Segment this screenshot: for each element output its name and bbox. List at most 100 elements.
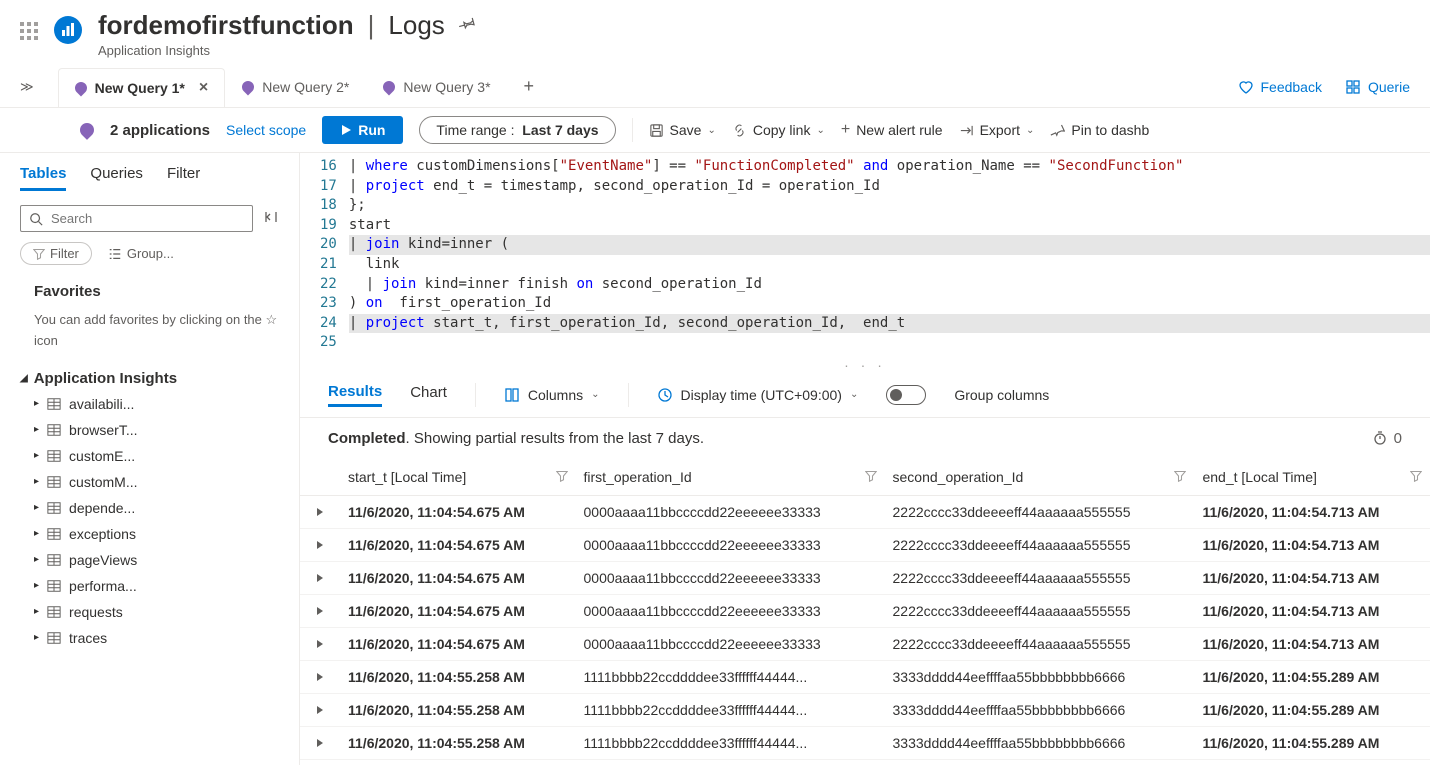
- expand-row-icon[interactable]: [300, 594, 340, 627]
- table-icon: [47, 423, 61, 437]
- expand-row-icon[interactable]: [300, 627, 340, 660]
- table-icon: [47, 631, 61, 645]
- schema-sidebar: Tables Queries Filter Filter Group...: [0, 153, 300, 765]
- tree-group-appinsights[interactable]: ◢ Application Insights: [20, 366, 299, 391]
- app-insights-logo-icon: [54, 16, 82, 44]
- chevron-right-icon: ▸: [34, 528, 39, 539]
- table-item[interactable]: ▸performa...: [34, 573, 299, 599]
- favorites-heading: Favorites: [34, 283, 279, 300]
- expand-row-icon[interactable]: [300, 660, 340, 693]
- save-button[interactable]: Save⌄: [649, 122, 716, 138]
- table-item[interactable]: ▸depende...: [34, 495, 299, 521]
- table-icon: [47, 449, 61, 463]
- group-columns-toggle[interactable]: [886, 385, 926, 405]
- table-row[interactable]: 11/6/2020, 11:04:54.675 AM0000aaaa11bbcc…: [300, 528, 1430, 561]
- filter-icon[interactable]: [1174, 469, 1186, 485]
- expand-row-icon[interactable]: [300, 693, 340, 726]
- column-header[interactable]: start_t [Local Time]: [340, 459, 576, 496]
- column-header[interactable]: first_operation_Id: [576, 459, 885, 496]
- add-tab-button[interactable]: +: [508, 66, 551, 107]
- query-tab[interactable]: New Query 2*: [225, 67, 366, 106]
- columns-button[interactable]: Columns ⌄: [504, 387, 600, 403]
- query-tabs: ≫ New Query 1*×New Query 2*New Query 3* …: [0, 66, 1430, 108]
- table-row[interactable]: 11/6/2020, 11:04:55.258 AM1111bbbb22ccdd…: [300, 660, 1430, 693]
- table-item[interactable]: ▸exceptions: [34, 521, 299, 547]
- table-item[interactable]: ▸availabili...: [34, 391, 299, 417]
- applications-count[interactable]: 2 applications: [110, 122, 210, 139]
- query-tab[interactable]: New Query 3*: [366, 67, 507, 106]
- queries-tab[interactable]: Queries: [90, 165, 143, 191]
- close-icon[interactable]: ×: [199, 79, 208, 97]
- chevron-right-icon: ▸: [34, 450, 39, 461]
- expand-row-icon[interactable]: [300, 495, 340, 528]
- results-tab[interactable]: Results: [328, 383, 382, 407]
- table-item[interactable]: ▸customM...: [34, 469, 299, 495]
- feedback-button[interactable]: Feedback: [1238, 79, 1321, 95]
- splitter-handle[interactable]: · · ·: [300, 361, 1430, 373]
- status-bar: Completed. Showing partial results from …: [300, 418, 1430, 459]
- chevron-right-icon: ▸: [34, 554, 39, 565]
- expand-row-icon[interactable]: [300, 528, 340, 561]
- table-row[interactable]: 11/6/2020, 11:04:55.258 AM1111bbbb22ccdd…: [300, 693, 1430, 726]
- time-range-picker[interactable]: Time range : Last 7 days: [419, 116, 615, 144]
- table-item[interactable]: ▸browserT...: [34, 417, 299, 443]
- table-row[interactable]: 11/6/2020, 11:04:54.675 AM0000aaaa11bbcc…: [300, 594, 1430, 627]
- queries-button[interactable]: Querie: [1346, 79, 1410, 95]
- chevron-right-icon: ▸: [34, 502, 39, 513]
- table-item[interactable]: ▸customE...: [34, 443, 299, 469]
- favorites-empty-text: You can add favorites by clicking on the…: [34, 310, 279, 352]
- filter-tab[interactable]: Filter: [167, 165, 200, 191]
- group-columns-label: Group columns: [954, 387, 1049, 403]
- new-alert-button[interactable]: + New alert rule: [841, 121, 943, 139]
- filter-icon[interactable]: [1410, 469, 1422, 485]
- display-time-button[interactable]: Display time (UTC+09:00) ⌄: [657, 387, 859, 403]
- pin-dashboard-button[interactable]: Pin to dashb: [1050, 122, 1149, 138]
- filter-icon[interactable]: [865, 469, 877, 485]
- table-item[interactable]: ▸traces: [34, 625, 299, 651]
- expand-icon[interactable]: ≫: [20, 79, 34, 95]
- table-item[interactable]: ▸pageViews: [34, 547, 299, 573]
- tables-tab[interactable]: Tables: [20, 165, 66, 191]
- select-scope-link[interactable]: Select scope: [226, 122, 306, 138]
- results-grid: start_t [Local Time]first_operation_Idse…: [300, 459, 1430, 760]
- waffle-icon[interactable]: [20, 22, 38, 40]
- columns-icon: [504, 387, 520, 403]
- search-input[interactable]: [20, 205, 253, 232]
- filter-button[interactable]: Filter: [20, 242, 92, 265]
- table-icon: [47, 527, 61, 541]
- expand-row-icon[interactable]: [300, 726, 340, 759]
- resource-type: Application Insights: [98, 43, 1410, 58]
- copy-link-button[interactable]: Copy link⌄: [732, 122, 825, 138]
- table-icon: [47, 605, 61, 619]
- bulb-icon: [77, 120, 97, 140]
- results-toolbar: Results Chart Columns ⌄ Display time (UT…: [300, 373, 1430, 418]
- chevron-right-icon: ▸: [34, 606, 39, 617]
- export-button[interactable]: Export⌄: [959, 122, 1035, 138]
- bulb-icon: [381, 79, 398, 96]
- table-row[interactable]: 11/6/2020, 11:04:54.675 AM0000aaaa11bbcc…: [300, 627, 1430, 660]
- table-row[interactable]: 11/6/2020, 11:04:54.675 AM0000aaaa11bbcc…: [300, 495, 1430, 528]
- search-icon: [29, 212, 43, 226]
- chevron-right-icon: ▸: [34, 632, 39, 643]
- expand-row-icon[interactable]: [300, 561, 340, 594]
- column-header[interactable]: second_operation_Id: [885, 459, 1195, 496]
- chevron-right-icon: ▸: [34, 424, 39, 435]
- table-row[interactable]: 11/6/2020, 11:04:55.258 AM1111bbbb22ccdd…: [300, 726, 1430, 759]
- collapse-icon[interactable]: [263, 209, 279, 228]
- column-header[interactable]: end_t [Local Time]: [1194, 459, 1430, 496]
- chart-tab[interactable]: Chart: [410, 384, 447, 405]
- table-icon: [47, 501, 61, 515]
- table-row[interactable]: 11/6/2020, 11:04:54.675 AM0000aaaa11bbcc…: [300, 561, 1430, 594]
- table-icon: [47, 579, 61, 593]
- filter-icon[interactable]: [556, 469, 568, 485]
- table-icon: [47, 397, 61, 411]
- filter-icon: [33, 248, 45, 260]
- page-title: Logs: [388, 10, 444, 41]
- query-editor[interactable]: 16171819202122232425 | where customDimen…: [300, 153, 1430, 361]
- pin-icon[interactable]: [459, 15, 475, 36]
- group-by-button[interactable]: Group...: [108, 246, 174, 261]
- run-button[interactable]: Run: [322, 116, 403, 144]
- chevron-right-icon: ▸: [34, 580, 39, 591]
- table-item[interactable]: ▸requests: [34, 599, 299, 625]
- query-tab[interactable]: New Query 1*×: [58, 68, 226, 107]
